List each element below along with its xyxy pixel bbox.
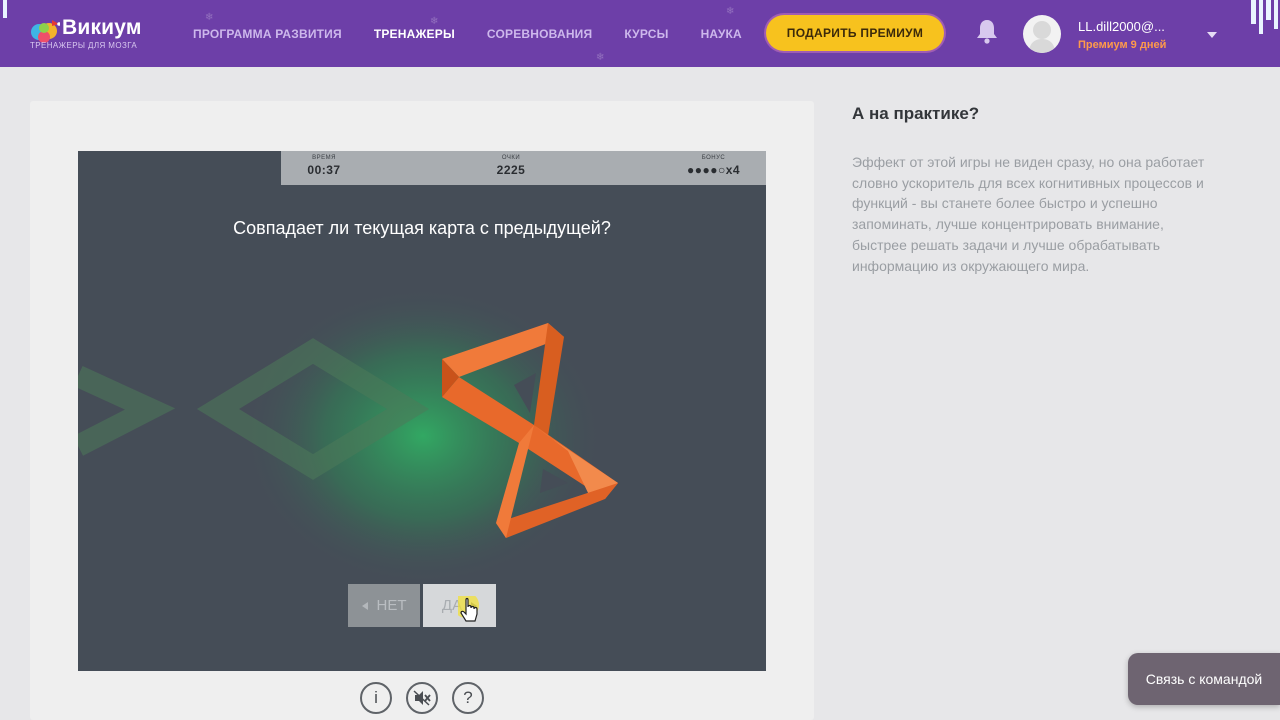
hand-pointer-cursor-icon <box>458 596 479 622</box>
snowflake-icon: ❄ <box>430 16 439 27</box>
hud-score: ОЧКИ 2225 <box>476 151 546 177</box>
nav-item-science[interactable]: НАУКА <box>701 27 742 41</box>
practice-title: А на практике? <box>852 104 980 123</box>
nav-item-competitions[interactable]: СОРЕВНОВАНИЯ <box>487 27 592 41</box>
contact-team-button[interactable]: Связь с командой <box>1128 653 1280 705</box>
info-button[interactable]: i <box>360 682 392 714</box>
user-name[interactable]: LL.dill2000@... <box>1078 19 1165 34</box>
time-label: ВРЕМЯ <box>312 155 336 161</box>
game-area[interactable]: ВРЕМЯ 00:37 ОЧКИ 2225 БОНУС ●●●●○x4 Совп… <box>78 151 766 671</box>
nav-item-trainers[interactable]: ТРЕНАЖЕРЫ <box>374 27 455 41</box>
hud-bonus: БОНУС ●●●●○x4 <box>676 151 751 177</box>
bonus-label: БОНУС <box>701 155 726 161</box>
nav-item-development-program[interactable]: ПРОГРАММА РАЗВИТИЯ <box>193 27 342 41</box>
chevron-down-icon[interactable] <box>1207 32 1217 38</box>
sound-off-icon <box>413 690 431 706</box>
avatar-placeholder-icon <box>1029 21 1055 53</box>
brand-name: Викиум <box>62 16 142 39</box>
brand-logo[interactable]: Викиум ТРЕНАЖЕРЫ ДЛЯ МОЗГА <box>30 10 150 54</box>
game-hud: ВРЕМЯ 00:37 ОЧКИ 2225 БОНУС ●●●●○x4 <box>281 151 766 185</box>
nav-item-courses[interactable]: КУРСЫ <box>624 27 668 41</box>
icicle-decoration <box>3 0 7 18</box>
score-label: ОЧКИ <box>501 155 521 161</box>
sound-toggle-button[interactable] <box>406 682 438 714</box>
snowflake-icon: ❄ <box>726 6 735 17</box>
icicle-decoration <box>1274 0 1278 29</box>
help-button[interactable]: ? <box>452 682 484 714</box>
help-icon: ? <box>463 688 473 707</box>
no-button[interactable]: НЕТ <box>348 584 420 627</box>
time-value: 00:37 <box>307 163 341 177</box>
icicle-decoration <box>1266 0 1271 20</box>
game-question: Совпадает ли текущая карта с предыдущей? <box>233 218 611 238</box>
snowflake-icon: ❄ <box>205 12 214 23</box>
hud-time: ВРЕМЯ 00:37 <box>289 151 359 177</box>
arrow-left-icon <box>361 601 368 610</box>
bonus-value: ●●●●○x4 <box>686 163 741 177</box>
snowflake-icon: ❄ <box>596 52 605 63</box>
main-nav: ПРОГРАММА РАЗВИТИЯ ТРЕНАЖЕРЫ СОРЕВНОВАНИ… <box>193 27 774 41</box>
info-icon: i <box>374 688 378 707</box>
brand-tagline: ТРЕНАЖЕРЫ ДЛЯ МОЗГА <box>30 41 138 50</box>
gift-premium-button[interactable]: ПОДАРИТЬ ПРЕМИУМ <box>766 15 944 51</box>
score-value: 2225 <box>496 163 526 177</box>
user-avatar[interactable] <box>1023 15 1061 53</box>
premium-status: Премиум 9 дней <box>1078 39 1167 51</box>
top-navigation-bar: ❄ ❄ ❄ ❄ Викиум ТРЕНАЖЕРЫ ДЛЯ МОЗГА ПРОГР… <box>0 0 1280 67</box>
no-button-label: НЕТ <box>376 597 407 614</box>
practice-description: Эффект от этой игры не виден сразу, но о… <box>852 154 1205 274</box>
icicle-decoration <box>1251 0 1256 24</box>
icicle-decoration <box>1259 0 1263 34</box>
notifications-bell-icon[interactable] <box>976 18 998 44</box>
